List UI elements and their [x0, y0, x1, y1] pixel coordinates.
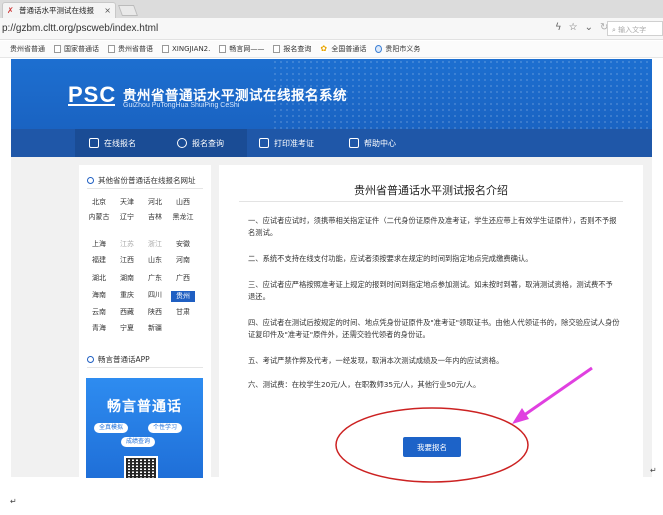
title-divider	[239, 201, 623, 202]
province-link[interactable]: 山东	[143, 256, 167, 265]
province-link[interactable]: 浙江	[143, 240, 167, 249]
province-link[interactable]: 青海	[87, 324, 111, 333]
app-pill: 全真模拟	[94, 423, 129, 433]
browser-tab[interactable]: ✗ 普通话水平测试在线报 ×	[2, 2, 116, 18]
search-input[interactable]: ⌕ 输入文字	[607, 21, 663, 36]
province-link[interactable]: 江苏	[115, 240, 139, 249]
circle-icon	[87, 177, 94, 184]
circle-icon	[87, 356, 94, 363]
province-link[interactable]: 贵州	[171, 291, 195, 302]
app-banner-title: 畅言普通话	[107, 399, 182, 415]
main-nav: 在线报名 报名查询 打印准考证 帮助中心	[11, 129, 652, 157]
province-link[interactable]: 内蒙古	[87, 213, 111, 222]
site-header: PSC 贵州省普通话水平测试在线报名系统 GuiZhou PuTongHua S…	[11, 59, 652, 129]
nav-print-admission[interactable]: 打印准考证	[257, 129, 337, 157]
province-link[interactable]: 河南	[171, 256, 195, 265]
province-link[interactable]: 重庆	[115, 291, 139, 300]
divider	[87, 188, 203, 189]
printer-icon	[259, 138, 269, 148]
help-icon	[349, 138, 359, 148]
browser-tab-bar: ✗ 普通话水平测试在线报 ×	[0, 0, 663, 18]
globe-icon	[375, 45, 383, 53]
qr-code	[124, 456, 158, 478]
notice-paragraph: 二、系统不支持在线支付功能，应试者须按要求在规定的时间到指定地点完成缴费确认。	[248, 254, 533, 263]
province-link[interactable]: 四川	[143, 291, 167, 300]
province-link[interactable]: 湖南	[115, 274, 139, 283]
main-content-card: 贵州省普通话水平测试报名介绍 一、应试者应试时，须携带相关指定证件（二代身份证原…	[219, 165, 643, 477]
address-bar: p://gzbm.cltt.org/pscweb/index.html ϟ ☆ …	[0, 18, 663, 40]
province-link[interactable]: 陕西	[143, 308, 167, 317]
province-link[interactable]: 宁夏	[115, 324, 139, 333]
site-favicon-icon: ✗	[7, 6, 14, 15]
search-icon: ⌕	[612, 26, 616, 34]
province-link[interactable]: 福建	[87, 256, 111, 265]
province-link[interactable]: 安徽	[171, 240, 195, 249]
app-pill: 成绩查询	[121, 437, 156, 447]
divider	[87, 367, 203, 368]
province-link[interactable]: 北京	[87, 198, 111, 207]
province-link[interactable]: 云南	[87, 308, 111, 317]
bookmark-item[interactable]: 贵州省普语	[108, 44, 153, 54]
search-placeholder: 输入文字	[618, 26, 647, 34]
bookmark-star-icon[interactable]: ☆	[569, 22, 578, 33]
edit-icon	[89, 138, 99, 148]
province-link[interactable]: 黑龙江	[171, 213, 195, 222]
nav-register-query[interactable]: 报名查询	[165, 129, 247, 157]
province-link[interactable]: 天津	[115, 198, 139, 207]
bookmark-item[interactable]: 贵阳市义务	[375, 44, 420, 54]
province-link[interactable]: 山西	[171, 198, 195, 207]
logo-underline	[68, 104, 115, 106]
left-sidebar: 其他省份普通话在线报名网址 北京 天津 河北 山西内蒙古 辽宁 吉林 黑龙江上海 江苏 浙江 安徽…	[79, 165, 211, 478]
register-button[interactable]: 我要报名	[403, 437, 461, 457]
notice-paragraph: 五、考试严禁作弊及代考，一经发现，取消本次测试成绩及一年内的应试资格。	[248, 356, 504, 365]
page-icon	[108, 45, 115, 53]
province-link[interactable]: 新疆	[143, 324, 167, 333]
app-pill: 个性学习	[148, 423, 183, 433]
page-icon	[54, 45, 61, 53]
bookmark-item[interactable]: 贵州省普通	[10, 44, 45, 54]
province-link[interactable]: 海南	[87, 291, 111, 300]
close-tab-icon[interactable]: ×	[104, 6, 111, 15]
return-mark: ↵	[10, 497, 17, 506]
bookmark-item[interactable]: XINGJIAN2.	[162, 45, 210, 53]
tab-title: 普通话水平测试在线报	[19, 6, 94, 15]
page-icon	[162, 45, 169, 53]
lightning-icon[interactable]: ϟ	[555, 22, 562, 33]
province-link[interactable]: 上海	[87, 240, 111, 249]
page-icon	[273, 45, 281, 53]
province-link[interactable]: 吉林	[143, 213, 167, 222]
page-title: 贵州省普通话水平测试报名介绍	[354, 184, 508, 197]
new-tab-button[interactable]	[117, 5, 139, 16]
dropdown-chevron-icon[interactable]: ⌄	[585, 22, 593, 33]
province-link[interactable]: 广西	[171, 274, 195, 283]
site-subtitle: GuiZhou PuTongHua ShuiPing CeShi	[123, 102, 240, 109]
province-link[interactable]: 河北	[143, 198, 167, 207]
page-icon	[219, 45, 227, 53]
notice-paragraph: 六、测试费：在校学生20元/人，在职教师35元/人，其他行业50元/人。	[248, 380, 481, 389]
province-link[interactable]: 西藏	[115, 308, 139, 317]
province-section-title: 其他省份普通话在线报名网址	[87, 175, 196, 186]
bookmarks-bar: 贵州省普通 国家普通话 贵州省普语 XINGJIAN2. 畅言网—— 报名查询 …	[0, 41, 663, 58]
province-link[interactable]: 江西	[115, 256, 139, 265]
province-link[interactable]: 辽宁	[115, 213, 139, 222]
province-link[interactable]: 广东	[143, 274, 167, 283]
province-link[interactable]: 甘肃	[171, 308, 195, 317]
url-input[interactable]: p://gzbm.cltt.org/pscweb/index.html	[2, 23, 158, 34]
search-icon	[177, 138, 187, 148]
bookmark-item[interactable]: 国家普通话	[54, 44, 99, 54]
star-icon: ✿	[320, 44, 329, 53]
nav-help-center[interactable]: 帮助中心	[347, 129, 427, 157]
bookmark-item[interactable]: ✿ 全国普通话	[320, 44, 366, 54]
app-section-title: 畅言普通话APP	[87, 354, 150, 365]
notice-paragraph: 三、应试者应严格按照准考证上规定的报到时间到指定地点参加测试。如未按时到著，取消…	[248, 280, 613, 301]
notice-paragraph: 一、应试者应试时，须携带相关指定证件（二代身份证原件及准考证，学生还应带上有效学…	[248, 216, 617, 237]
notice-paragraph: 四、应试者在测试后按规定的时间、地点凭身份证原件及"准考证"领取证书。由他人代领…	[248, 318, 620, 339]
site-title: 贵州省普通话水平测试在线报名系统	[123, 88, 347, 104]
app-banner[interactable]: 畅言普通话 全真模拟 个性学习 成绩查询	[86, 378, 203, 478]
bookmark-item[interactable]: 畅言网——	[219, 44, 264, 54]
bookmark-item[interactable]: 报名查询	[273, 44, 311, 54]
return-mark: ↵	[650, 466, 657, 475]
nav-online-register[interactable]: 在线报名	[75, 129, 165, 157]
province-link[interactable]: 湖北	[87, 274, 111, 283]
